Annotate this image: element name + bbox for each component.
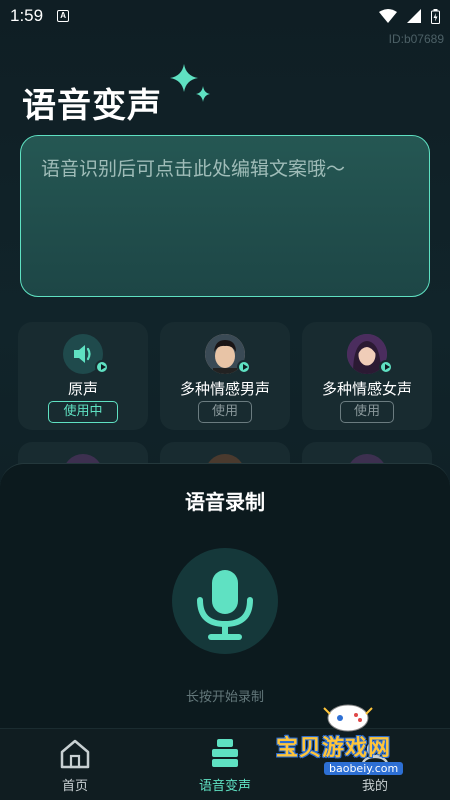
battery-icon [431,8,440,24]
status-time: 1:59 [10,6,44,25]
microphone-icon [197,570,253,640]
voice-card-female[interactable]: 多种情感女声 使用 [302,322,432,430]
sheet-title: 语音录制 [185,490,265,514]
voice-card-male[interactable]: 多种情感男声 使用 [160,322,290,430]
notification-icon: A [57,10,70,22]
use-button[interactable]: 使用 [198,401,252,423]
status-bar: 1:59 A [0,0,450,32]
use-button[interactable]: 使用 [340,401,394,423]
watermark: 宝贝游戏网 baobeiy.com [268,702,450,782]
watermark-text: 宝贝游戏网 [276,736,392,761]
home-icon [60,739,90,769]
wifi-icon [379,9,397,23]
nav-label: 首页 [61,779,88,794]
watermark-url: baobeiy.com [324,762,404,775]
user-id-label: ID:b07689 [388,32,444,46]
signal-icon [407,9,421,23]
voice-name: 多种情感男声 [179,380,270,398]
play-preview-icon[interactable] [237,360,251,374]
script-edit-area[interactable]: 语音识别后可点击此处编辑文案哦～ [20,135,430,297]
page-title: 语音变声 [22,86,162,126]
sparkle-icon [170,64,210,102]
record-button[interactable] [172,548,278,654]
recording-sheet: 语音录制 长按开始录制 [0,463,450,728]
nav-home[interactable]: 首页 [0,729,150,800]
play-preview-icon[interactable] [379,360,393,374]
use-button[interactable]: 使用中 [48,401,118,423]
voice-card-original[interactable]: 原声 使用中 [18,322,148,430]
voice-name: 原声 [67,380,98,398]
voice-change-icon [212,739,238,767]
play-preview-icon[interactable] [95,360,109,374]
voice-name: 多种情感女声 [321,380,412,398]
